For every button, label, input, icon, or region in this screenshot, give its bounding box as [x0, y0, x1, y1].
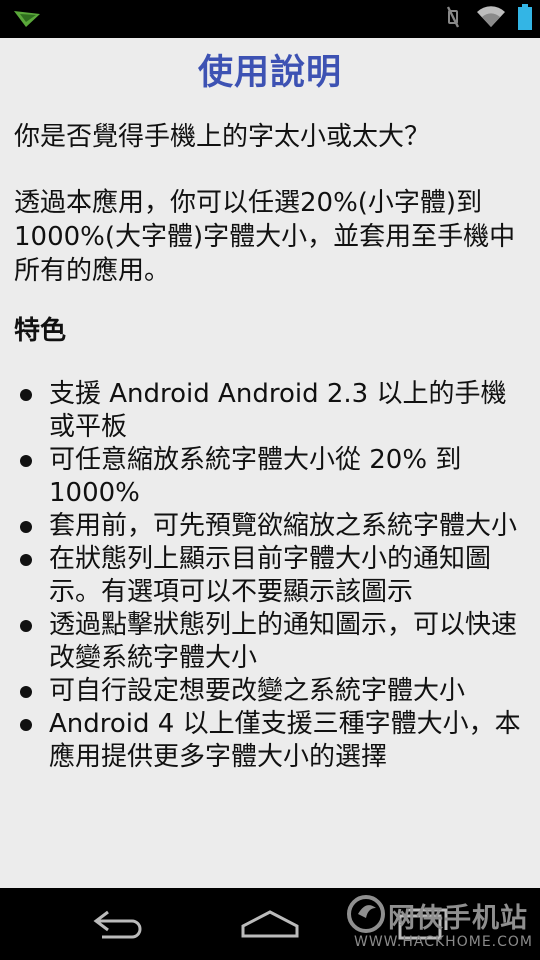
feature-text: 在狀態列上顯示目前字體大小的通知圖示。有選項可以不要顯示該圖示	[49, 544, 492, 607]
question-text: 你是否覺得手機上的字太小或太大？	[14, 122, 431, 152]
feature-item: 透過點擊狀態列上的通知圖示，可以快速改變系統字體大小	[14, 609, 526, 675]
features-heading: 特色	[14, 316, 67, 346]
back-icon[interactable]	[92, 906, 148, 946]
battery-icon	[518, 4, 532, 34]
vibrate-icon	[442, 5, 464, 33]
bullet-icon	[20, 521, 32, 533]
feature-text: Android 4 以上僅支援三種字體大小，本應用提供更多字體大小的選擇	[49, 709, 521, 772]
description-text: 透過本應用，你可以任選20%(小字體)到1000%(大字體)字體大小，並套用至手…	[14, 188, 516, 286]
home-icon[interactable]	[240, 906, 300, 946]
bullet-icon	[20, 455, 32, 467]
status-icons	[442, 4, 532, 34]
help-content: 使用說明 你是否覺得手機上的字太小或太大？ 透過本應用，你可以任選20%(小字體…	[0, 38, 540, 888]
navigation-bar: 网侠手机站 WWW.HACKHOME.COM	[0, 888, 540, 960]
feature-text: 可任意縮放系統字體大小從 20% 到 1000%	[49, 445, 462, 508]
watermark-logo-icon	[346, 894, 386, 938]
feature-text: 透過點擊狀態列上的通知圖示，可以快速改變系統字體大小	[49, 610, 518, 673]
feature-item: 支援 Android Android 2.3 以上的手機或平板	[14, 378, 526, 444]
wifi-icon	[476, 5, 506, 33]
feature-text: 支援 Android Android 2.3 以上的手機或平板	[49, 379, 507, 442]
feature-item: 可自行設定想要改變之系統字體大小	[14, 675, 526, 708]
feature-item: Android 4 以上僅支援三種字體大小，本應用提供更多字體大小的選擇	[14, 708, 526, 774]
feature-item: 套用前，可先預覽欲縮放之系統字體大小	[14, 510, 526, 543]
status-bar	[0, 0, 540, 38]
feature-list: 支援 Android Android 2.3 以上的手機或平板 可任意縮放系統字…	[14, 378, 526, 774]
bullet-icon	[20, 389, 32, 401]
bullet-icon	[20, 719, 32, 731]
watermark: 网侠手机站 WWW.HACKHOME.COM	[342, 888, 532, 960]
watermark-url: WWW.HACKHOME.COM	[354, 934, 533, 950]
feature-text: 套用前，可先預覽欲縮放之系統字體大小	[49, 511, 518, 541]
page-title: 使用說明	[197, 53, 342, 93]
watermark-name: 网侠手机站	[388, 903, 528, 934]
feature-item: 可任意縮放系統字體大小從 20% 到 1000%	[14, 444, 526, 510]
bullet-icon	[20, 686, 32, 698]
bullet-icon	[20, 554, 32, 566]
notification-arrow-icon[interactable]	[14, 11, 40, 31]
bullet-icon	[20, 620, 32, 632]
feature-text: 可自行設定想要改變之系統字體大小	[49, 676, 466, 706]
feature-item: 在狀態列上顯示目前字體大小的通知圖示。有選項可以不要顯示該圖示	[14, 543, 526, 609]
